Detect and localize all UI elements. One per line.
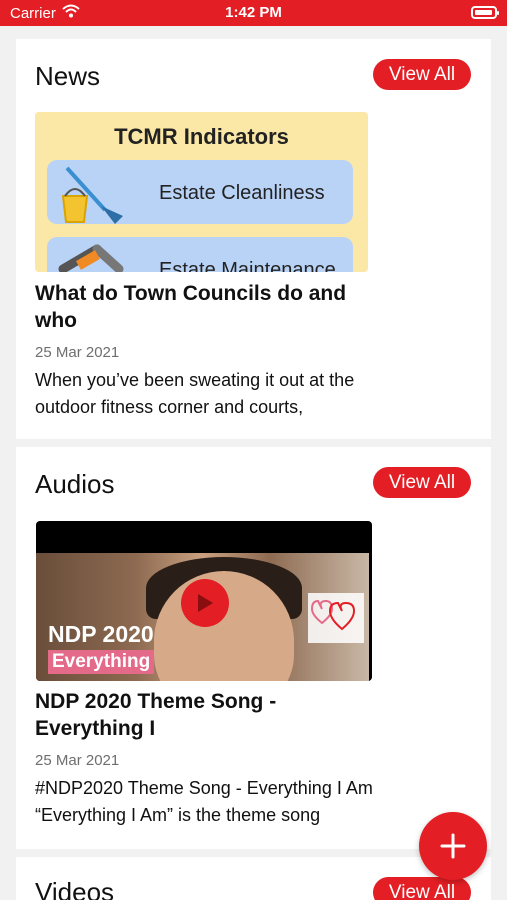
- audio-item-date: 25 Mar 2021: [35, 752, 120, 769]
- thumbnail-heading: TCMR Indicators: [114, 124, 289, 149]
- status-time: 1:42 PM: [225, 4, 282, 21]
- news-item-title[interactable]: What do Town Councils do and who: [35, 280, 365, 334]
- audio-item-title[interactable]: NDP 2020 Theme Song - Everything I: [35, 688, 365, 742]
- bucket-broom-icon: [57, 166, 127, 231]
- audios-section-title: Audios: [35, 469, 115, 499]
- ndp-logo-icon: [308, 593, 364, 643]
- thumbnail-row-label: Estate Maintenance: [159, 259, 336, 272]
- audios-view-all-button[interactable]: View All: [373, 467, 471, 498]
- plus-icon: [440, 833, 466, 859]
- news-item-date: 25 Mar 2021: [35, 344, 120, 361]
- thumbnail-caption: NDP 2020: [48, 621, 154, 647]
- audio-item-description: #NDP2020 Theme Song - Everything I Am “E…: [35, 778, 373, 825]
- tools-icon: [57, 239, 137, 272]
- thumbnail-subcaption: Everything: [48, 650, 155, 674]
- news-view-all-button[interactable]: View All: [373, 59, 471, 90]
- news-card: News View All TCMR Indicators Estate Cle…: [16, 39, 491, 439]
- news-item-description: When you’ve been sweating it out at the …: [35, 370, 355, 417]
- thumbnail-row-maintenance: Estate Maintenance: [47, 237, 353, 272]
- battery-icon: [471, 6, 499, 19]
- status-bar: Carrier 1:42 PM: [0, 0, 507, 26]
- play-button[interactable]: [181, 579, 229, 627]
- play-icon: [198, 594, 213, 612]
- news-thumbnail[interactable]: TCMR Indicators Estate Cleanliness Estat…: [35, 112, 368, 272]
- battery-level: [475, 10, 493, 15]
- audio-thumbnail[interactable]: NDP 2020 Everything: [36, 521, 372, 681]
- add-button[interactable]: [419, 812, 487, 880]
- thumbnail-row-label: Estate Cleanliness: [159, 182, 325, 204]
- thumbnail-row-cleanliness: Estate Cleanliness: [47, 160, 353, 224]
- feed-scroll[interactable]: News View All TCMR Indicators Estate Cle…: [0, 26, 507, 900]
- videos-card: Videos View All: [16, 857, 491, 900]
- audios-card: Audios View All NDP 2020 Everything NDP …: [16, 447, 491, 849]
- news-section-title: News: [35, 61, 101, 91]
- videos-view-all-button[interactable]: View All: [373, 877, 471, 900]
- videos-section-title: Videos: [35, 877, 115, 900]
